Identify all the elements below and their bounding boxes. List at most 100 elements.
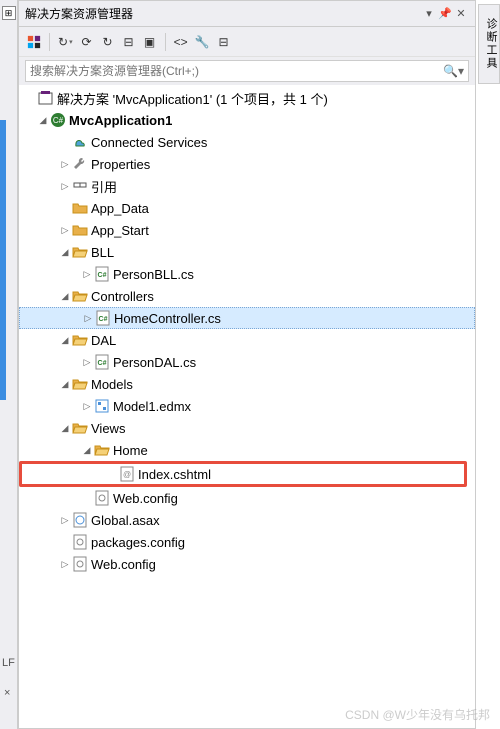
packages-config-node[interactable]: ▶ packages.config (19, 531, 475, 553)
node-label: App_Start (91, 223, 149, 238)
code-button[interactable]: <> (172, 31, 190, 53)
collapse-button[interactable]: ⊟ (120, 31, 138, 53)
node-label: 解决方案 'MvcApplication1' (1 个项目，共 1 个) (57, 89, 328, 108)
node-label: PersonBLL.cs (113, 267, 194, 282)
expander[interactable]: ▷ (59, 159, 71, 170)
refresh-button[interactable]: ↻ (99, 31, 117, 53)
asax-icon (71, 512, 89, 528)
expander[interactable]: ◢ (59, 291, 71, 302)
diagnostic-tools-tab[interactable]: 诊断工具 (478, 4, 500, 84)
pin-button[interactable]: 📌 (437, 7, 453, 20)
node-label: DAL (91, 333, 116, 348)
app-data-node[interactable]: ▶ App_Data (19, 197, 475, 219)
left-edge (0, 120, 6, 400)
node-label: Connected Services (91, 135, 207, 150)
folder-icon (71, 222, 89, 238)
close-button[interactable]: ✕ (453, 7, 469, 20)
project-node[interactable]: ◢ C# MvcApplication1 (19, 109, 475, 131)
csharp-project-icon: C# (49, 112, 67, 128)
person-bll-node[interactable]: ▷ C# PersonBLL.cs (19, 263, 475, 285)
expander[interactable]: ◢ (37, 115, 49, 126)
expander[interactable]: ▷ (81, 401, 93, 412)
expander[interactable]: ◢ (59, 247, 71, 258)
config-icon (71, 556, 89, 572)
separator (165, 33, 166, 51)
svg-text:@: @ (123, 470, 131, 479)
back-button[interactable]: ↻▾ (56, 31, 75, 53)
config-icon (93, 490, 111, 506)
node-label: Models (91, 377, 133, 392)
cshtml-icon: @ (118, 466, 136, 482)
node-label: Index.cshtml (138, 467, 211, 482)
node-label: Home (113, 443, 148, 458)
index-cshtml-node[interactable]: ▶ @ Index.cshtml (19, 461, 467, 487)
csharp-file-icon: C# (93, 266, 111, 282)
cloud-icon (71, 134, 89, 150)
window-position-button[interactable]: ▾ (421, 7, 437, 20)
svg-text:C#: C# (98, 272, 107, 279)
bll-folder-node[interactable]: ◢ BLL (19, 241, 475, 263)
node-label: HomeController.cs (114, 311, 221, 326)
sync-button[interactable]: ⟳ (78, 31, 96, 53)
expander[interactable]: ◢ (81, 445, 93, 456)
expander[interactable]: ◢ (59, 423, 71, 434)
properties-button[interactable]: 🔧 (193, 31, 212, 53)
node-label: Views (91, 421, 125, 436)
node-label: Properties (91, 157, 150, 172)
expander[interactable]: ▷ (82, 313, 94, 324)
views-folder-node[interactable]: ◢ Views (19, 417, 475, 439)
expander[interactable]: ◢ (59, 379, 71, 390)
views-webconfig-node[interactable]: ▶ Web.config (19, 487, 475, 509)
edmx-icon (93, 398, 111, 414)
person-dal-node[interactable]: ▷ C# PersonDAL.cs (19, 351, 475, 373)
properties-node[interactable]: ▷ Properties (19, 153, 475, 175)
expander[interactable]: ▷ (59, 515, 71, 526)
node-label: Web.config (91, 557, 156, 572)
expander[interactable]: ▷ (59, 559, 71, 570)
node-label: MvcApplication1 (69, 113, 172, 128)
dock-tab-icon[interactable]: ⊞ (2, 6, 16, 20)
watermark: CSDN @W少年没有乌托邦 (345, 706, 490, 723)
solution-node[interactable]: ▶ 解决方案 'MvcApplication1' (1 个项目，共 1 个) (19, 87, 475, 109)
svg-text:C#: C# (98, 360, 107, 367)
home-controller-node[interactable]: ▷ C# HomeController.cs (19, 307, 475, 329)
folder-open-icon (71, 288, 89, 304)
expander[interactable]: ▷ (81, 269, 93, 280)
node-label: App_Data (91, 201, 149, 216)
node-label: Global.asax (91, 513, 160, 528)
node-label: PersonDAL.cs (113, 355, 196, 370)
node-label: Controllers (91, 289, 154, 304)
left-close-icon[interactable]: × (4, 687, 10, 699)
expander[interactable]: ◢ (59, 335, 71, 346)
node-label: 引用 (91, 177, 117, 196)
line-ending-indicator: LF (2, 657, 15, 669)
app-start-node[interactable]: ▷ App_Start (19, 219, 475, 241)
solution-tree[interactable]: ▶ 解决方案 'MvcApplication1' (1 个项目，共 1 个) ◢… (19, 85, 475, 728)
expander[interactable]: ▷ (59, 181, 71, 192)
models-folder-node[interactable]: ◢ Models (19, 373, 475, 395)
node-label: BLL (91, 245, 114, 260)
search-box[interactable]: 🔍▾ (25, 60, 469, 82)
home-folder-node[interactable]: ◢ Home (19, 439, 475, 461)
node-label: Model1.edmx (113, 399, 191, 414)
search-input[interactable] (30, 64, 443, 78)
search-icon[interactable]: 🔍▾ (443, 64, 464, 78)
global-asax-node[interactable]: ▷ Global.asax (19, 509, 475, 531)
connected-services-node[interactable]: ▶ Connected Services (19, 131, 475, 153)
panel-title: 解决方案资源管理器 (25, 5, 421, 22)
controllers-folder-node[interactable]: ◢ Controllers (19, 285, 475, 307)
references-node[interactable]: ▷ 引用 (19, 175, 475, 197)
model1-edmx-node[interactable]: ▷ Model1.edmx (19, 395, 475, 417)
node-label: packages.config (91, 535, 185, 550)
home-button[interactable] (25, 31, 43, 53)
preview-button[interactable]: ⊟ (215, 31, 233, 53)
expander[interactable]: ▷ (81, 357, 93, 368)
root-webconfig-node[interactable]: ▷ Web.config (19, 553, 475, 575)
folder-open-icon (71, 376, 89, 392)
folder-open-icon (71, 420, 89, 436)
svg-text:C#: C# (99, 316, 108, 323)
csharp-file-icon: C# (94, 310, 112, 326)
dal-folder-node[interactable]: ◢ DAL (19, 329, 475, 351)
show-all-button[interactable]: ▣ (141, 31, 159, 53)
expander[interactable]: ▷ (59, 225, 71, 236)
